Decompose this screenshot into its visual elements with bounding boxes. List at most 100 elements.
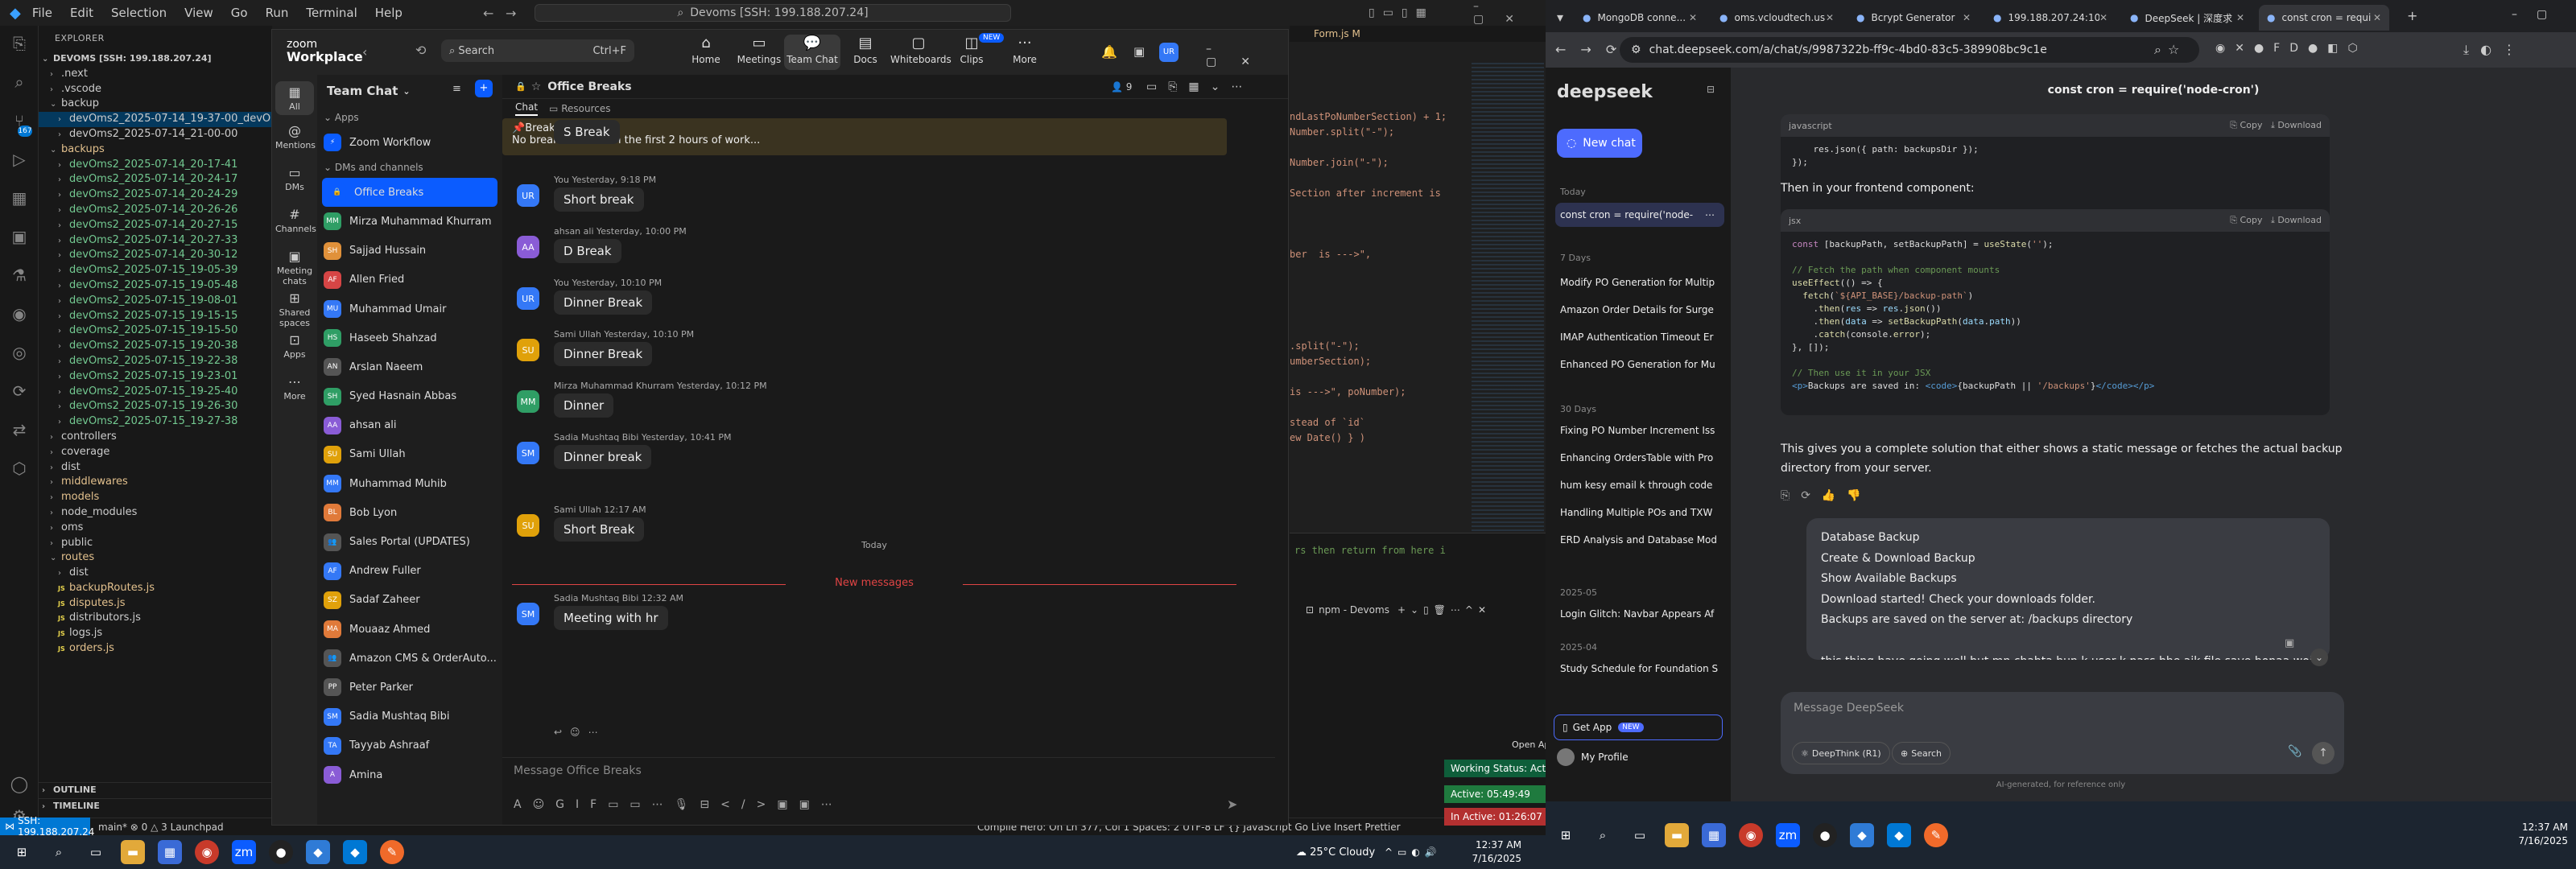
clock-left[interactable]: 12:37 AM 7/16/2025 — [1457, 838, 1521, 866]
member-count[interactable]: 👤 9 — [1111, 81, 1132, 93]
nav-more[interactable]: ··· More — [997, 35, 1053, 70]
taskbar-search-icon[interactable]: ⌕ — [47, 840, 71, 864]
file-explorer-icon[interactable]: ▬ — [1665, 823, 1689, 847]
windows-start-icon[interactable]: ⊞ — [1554, 823, 1578, 847]
chat-history-item[interactable]: Enhancing OrdersTable with Pro — [1555, 446, 1724, 470]
contact-item[interactable]: 🔒 Office Breaks — [322, 178, 497, 208]
get-app-button[interactable]: ▯ Get App NEW — [1554, 715, 1723, 740]
apps-section[interactable]: ⌄ Apps — [317, 107, 502, 128]
taskbar-search-icon[interactable]: ⌕ — [1591, 823, 1615, 847]
tree-item[interactable]: › devOms2_2025-07-15_19-08-01 — [39, 294, 272, 309]
tree-item[interactable]: JS backupRoutes.js — [39, 581, 272, 596]
menu-selection[interactable]: Selection — [111, 6, 167, 20]
contact-item[interactable]: SU Sami Ullah — [317, 440, 502, 469]
rail-meeting-chats[interactable]: ▣ Meeting chats — [275, 249, 314, 286]
chat-history-item[interactable]: Amazon Order Details for Surge — [1555, 298, 1724, 322]
chat-item-current[interactable]: const cron = require('node- ⋯ — [1555, 203, 1724, 227]
tree-item[interactable]: › models — [39, 490, 272, 505]
send-icon[interactable]: ➤ — [1227, 797, 1237, 812]
profile-menu-icons[interactable]: ⤓◐⋮ — [2463, 42, 2527, 58]
menu-terminal[interactable]: Terminal — [306, 6, 357, 20]
contact-item[interactable]: PP Peter Parker — [317, 673, 502, 702]
tree-item[interactable]: ⌄ routes — [39, 550, 272, 566]
close-icon[interactable]: ✕ — [2236, 12, 2244, 23]
chat-history-item[interactable]: Fixing PO Number Increment Iss — [1555, 418, 1724, 443]
message[interactable]: SU Sami Ullah 12:17 AM Short Break — [517, 505, 1241, 545]
tree-item[interactable]: › devOms2_2025-07-15_19-15-50 — [39, 323, 272, 339]
message[interactable]: SM Sadia Mushtaq Bibi 12:32 AM Meeting wit… — [517, 593, 1241, 633]
code-content[interactable]: const [backupPath, setBackupPath] = useS… — [1781, 232, 2330, 399]
nav-back-icon[interactable]: ← — [483, 6, 493, 21]
contact-item[interactable]: BL Bob Lyon — [317, 498, 502, 527]
contact-item[interactable]: SM Sadia Mushtaq Bibi — [317, 702, 502, 731]
tree-item[interactable]: › .next — [39, 67, 272, 82]
git-graph-icon[interactable]: ⟳ — [10, 381, 29, 401]
command-center[interactable]: ⌕ Devoms [SSH: 199.188.207.24] — [535, 4, 1011, 22]
extension-icon[interactable]: ⬡ — [10, 459, 29, 478]
chat-history-item[interactable]: Modify PO Generation for Multip — [1555, 270, 1724, 294]
tree-item[interactable]: JS logs.js — [39, 626, 272, 641]
chat-history-item[interactable]: Login Glitch: Navbar Appears Af — [1555, 602, 1724, 626]
remote-indicator[interactable]: ⋈ SSH: 199.188.207.24 — [0, 815, 94, 838]
tree-item[interactable]: › devOms2_2025-07-14_20-27-15 — [39, 218, 272, 233]
rail-shared-spaces[interactable]: ⊞ Shared spaces — [275, 290, 314, 328]
contact-item[interactable]: MM Muhammad Muhib — [317, 469, 502, 498]
chrome-icon[interactable]: ◉ — [195, 840, 219, 864]
my-profile[interactable]: My Profile — [1557, 748, 1629, 766]
browser-tab[interactable]: ● 199.188.207.24:10 ✕ — [1985, 5, 2116, 31]
tree-item[interactable]: › devOms2_2025-07-14_20-24-29 — [39, 187, 272, 203]
rail-dms[interactable]: ▭ DMs — [275, 165, 314, 192]
message[interactable]: MM Mirza Muhammad Khurram Yesterday, 10:1… — [517, 381, 1241, 421]
close-icon[interactable]: ✕ — [1689, 12, 1697, 23]
copilot-icon[interactable]: ◎ — [10, 343, 29, 362]
contact-item[interactable]: AA ahsan ali — [317, 411, 502, 440]
collapse-sidebar-icon[interactable]: ⊟ — [1707, 84, 1715, 95]
address-bar[interactable]: ⚙ chat.deepseek.com/a/chat/s/9987322b-ff9… — [1620, 37, 2199, 63]
store-icon[interactable]: ▦ — [1702, 823, 1726, 847]
copy-button[interactable]: ⎘ Copy — [2230, 120, 2262, 130]
download-button[interactable]: ⤓ Download — [2271, 215, 2322, 225]
tree-item[interactable]: › oms — [39, 521, 272, 536]
zoom-search[interactable]: ⌕ Search Ctrl+F — [441, 39, 634, 62]
close-icon[interactable]: ✕ — [1826, 12, 1834, 23]
response-actions[interactable]: ⎘⟳👍👎 — [1781, 489, 1872, 502]
tree-item[interactable]: › devOms2_2025-07-15_19-26-30 — [39, 399, 272, 414]
compose-toolbar[interactable]: A☺GIF▭▭⋯🎙⊟</>▣▣⋯ — [514, 798, 844, 811]
chat-icon[interactable]: ▣ — [2285, 637, 2294, 649]
message[interactable]: AA ahsan ali Yesterday, 10:00 PM D Break — [517, 226, 1241, 266]
nav-meetings[interactable]: ▭ Meetings — [731, 35, 787, 70]
avatar[interactable]: UR — [1159, 43, 1179, 62]
rail-apps[interactable]: ⊡ Apps — [275, 332, 314, 360]
chat-history-item[interactable]: Enhanced PO Generation for Mu — [1555, 352, 1724, 377]
testing-icon[interactable]: ⚗ — [10, 266, 29, 285]
browser-tab[interactable]: ● MongoDB conne... ✕ — [1575, 5, 1705, 31]
rail-channels[interactable]: # Channels — [275, 207, 316, 234]
tree-item[interactable]: › devOms2_2025-07-15_19-22-38 — [39, 354, 272, 369]
file-explorer-icon[interactable]: ▬ — [121, 840, 145, 864]
channel-tool-icons[interactable]: ▭⎘▦⌄⋯ — [1146, 80, 1253, 93]
tree-item[interactable]: › devOms2_2025-07-15_19-27-38 — [39, 414, 272, 430]
collapse-icon[interactable]: ‹ — [362, 44, 367, 60]
status-left[interactable]: main* ⊗ 0 △ 3 Launchpad — [98, 822, 224, 833]
contact-item[interactable]: A Amina — [317, 760, 502, 789]
tree-item[interactable]: › controllers — [39, 430, 272, 445]
tree-item[interactable]: ⌄ backup — [39, 97, 272, 112]
github-icon[interactable]: ● — [269, 840, 293, 864]
browser-tab[interactable]: ● Bcrypt Generator ✕ — [1848, 5, 1979, 31]
rail-more[interactable]: ⋯ More — [275, 374, 314, 402]
close-icon[interactable]: ✕ — [2099, 12, 2107, 23]
contact-item[interactable]: SH Syed Hasnain Abbas — [317, 382, 502, 411]
tray-icons[interactable]: ^▭◐🔊 — [1385, 846, 1442, 858]
terminal-selector[interactable]: ⊡ npm - Devoms +⌄▯🗑⋯^✕ — [1306, 604, 1491, 616]
close-icon[interactable]: ✕ — [1963, 12, 1971, 23]
editor-tab[interactable]: Form.js M — [1290, 26, 1546, 42]
contact-item[interactable]: 👥 Amazon CMS & OrderAuto... — [317, 644, 502, 673]
tree-item[interactable]: ⌄ backups — [39, 142, 272, 158]
minimap[interactable] — [1472, 63, 1544, 578]
chat-history-item[interactable]: ERD Analysis and Database Mod — [1555, 528, 1724, 552]
tree-item[interactable]: › devOms2_2025-07-15_19-05-48 — [39, 278, 272, 294]
dms-section[interactable]: ⌄ DMs and channels — [317, 157, 502, 178]
tab-search-icon[interactable]: ▾ — [1557, 10, 1563, 25]
tree-item[interactable]: › .vscode — [39, 82, 272, 97]
star-icon[interactable]: ☆ — [531, 80, 542, 93]
